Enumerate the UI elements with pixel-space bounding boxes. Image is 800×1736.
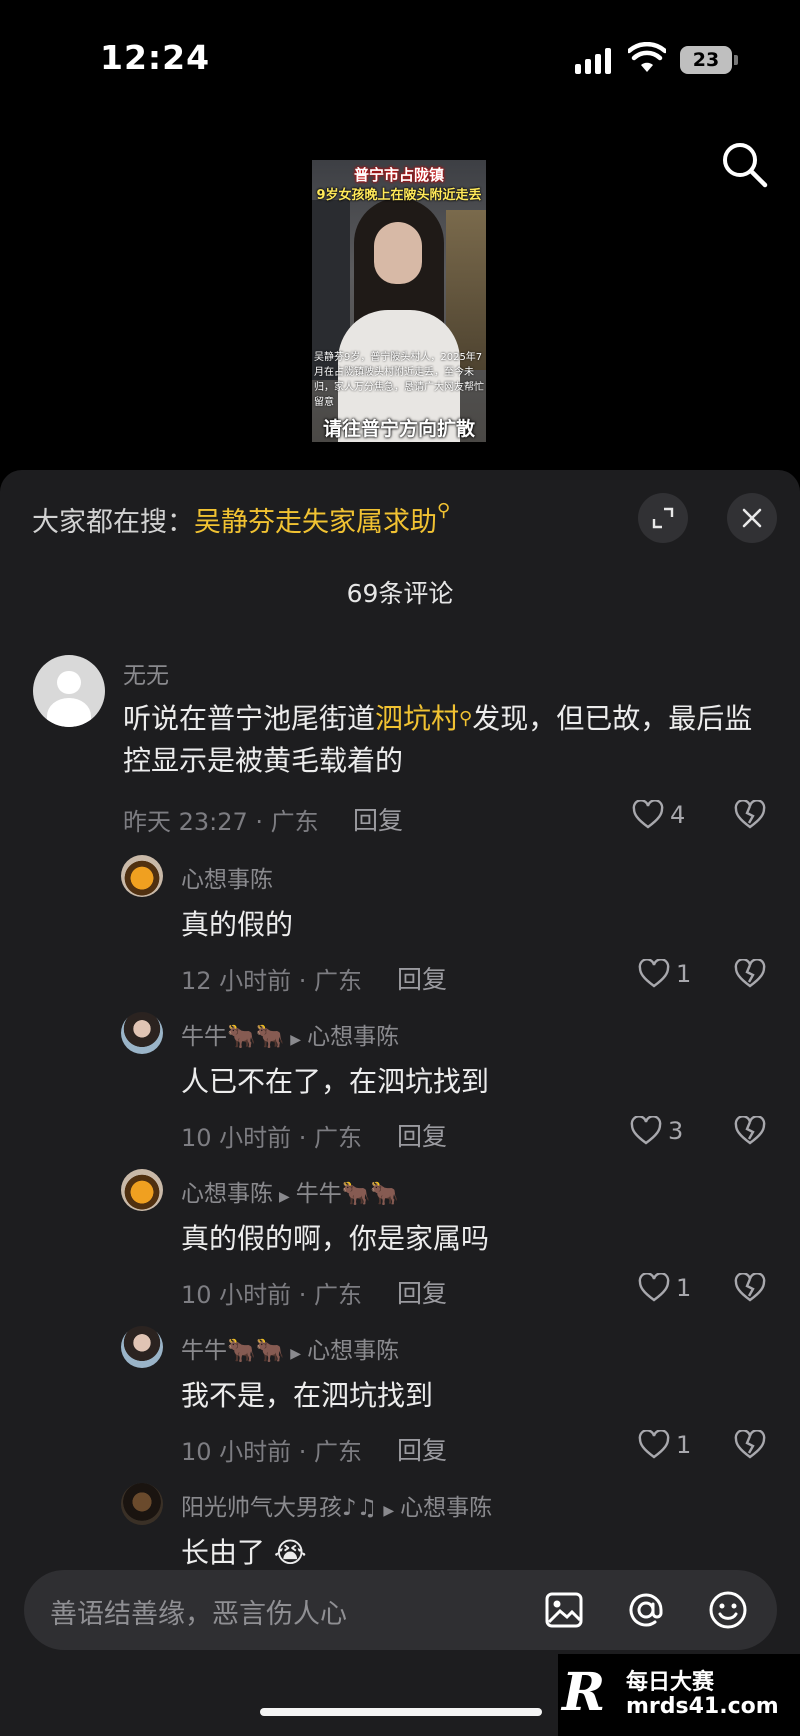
close-icon — [742, 508, 762, 528]
comment-meta: 昨天 23:27 · 广东 — [123, 808, 319, 836]
comment-meta: 10 小时前 · 广东 — [181, 1438, 363, 1466]
status-time: 12:24 — [100, 38, 211, 77]
reply-to-username: 心想事陈 — [400, 1495, 493, 1521]
reply-button[interactable]: 回复 — [353, 801, 403, 837]
like-button[interactable]: 1 — [638, 959, 691, 989]
broken-heart-icon[interactable] — [734, 959, 766, 989]
comment-username[interactable]: 阳光帅气大男孩♪♫ ▶ 心想事陈 — [181, 1488, 492, 1522]
comment-username[interactable]: 牛牛🐂🐂 ▶ 心想事陈 — [181, 1017, 399, 1051]
comment-username[interactable]: 无无 — [123, 656, 169, 690]
close-button[interactable] — [727, 493, 777, 543]
watermark-name: 每日大赛 — [626, 1670, 715, 1695]
watermark-logo: R — [562, 1662, 606, 1723]
video-person-face — [374, 222, 422, 284]
username: 牛牛🐂🐂 — [181, 1338, 285, 1364]
video-title-line2: 9岁女孩晚上在陂头附近走丢 — [316, 188, 482, 203]
heart-icon — [638, 959, 670, 988]
comment-text: 长由了 😭 — [181, 1536, 307, 1569]
watermark-url: mrds41.com — [626, 1694, 779, 1719]
image-icon[interactable] — [542, 1588, 586, 1632]
emoji-icon[interactable] — [706, 1588, 750, 1632]
watermark: R 每日大赛 mrds41.com — [558, 1654, 800, 1736]
avatar[interactable] — [121, 1483, 163, 1525]
comment-username[interactable]: 牛牛🐂🐂 ▶ 心想事陈 — [181, 1331, 399, 1365]
reply-button[interactable]: 回复 — [397, 1117, 447, 1153]
comment-text: 真的假的啊，你是家属吗 — [181, 1222, 490, 1255]
broken-heart-icon[interactable] — [734, 800, 766, 830]
avatar[interactable] — [121, 1326, 163, 1368]
reply-arrow-icon: ▶ — [290, 1032, 302, 1048]
battery-tip — [734, 55, 738, 65]
comment-input-placeholder[interactable]: 善语结善缘，恶言伤人心 — [50, 1592, 347, 1631]
heart-icon — [632, 800, 664, 829]
comment-text: 我不是，在泗坑找到 — [181, 1379, 434, 1412]
like-button[interactable]: 3 — [630, 1116, 683, 1146]
like-count: 1 — [676, 1431, 692, 1459]
reply-to-username: 心想事陈 — [307, 1024, 400, 1050]
trending-keyword[interactable]: 吴静芬走失家属求助 — [194, 507, 437, 538]
at-icon[interactable] — [624, 1588, 668, 1632]
search-icon[interactable] — [718, 138, 772, 192]
search-icon: ⚲ — [459, 708, 473, 729]
heart-icon — [638, 1273, 670, 1302]
trending-search[interactable]: 大家都在搜：吴静芬走失家属求助⚲ — [32, 500, 450, 539]
avatar[interactable] — [33, 655, 105, 727]
reply-button[interactable]: 回复 — [397, 1274, 447, 1310]
reply-arrow-icon: ▶ — [383, 1503, 395, 1519]
heart-icon — [638, 1430, 670, 1459]
avatar[interactable] — [121, 1169, 163, 1211]
like-button[interactable]: 1 — [638, 1430, 691, 1460]
trending-prefix: 大家都在搜： — [32, 507, 194, 538]
username: 阳光帅气大男孩♪♫ — [181, 1495, 378, 1521]
search-icon: ⚲ — [437, 500, 451, 521]
comment-username[interactable]: 心想事陈 ▶ 牛牛🐂🐂 — [181, 1174, 399, 1208]
video-thumbnail[interactable]: 普宁市占陇镇 9岁女孩晚上在陂头附近走丢 吴静芬9岁，普宁陂头村人，2025年7… — [312, 160, 486, 442]
like-count: 1 — [676, 1274, 692, 1302]
expand-icon — [652, 507, 674, 529]
reply-arrow-icon: ▶ — [290, 1346, 302, 1362]
username: 牛牛🐂🐂 — [181, 1024, 285, 1050]
battery-icon: 23 — [680, 46, 732, 74]
like-count: 4 — [670, 801, 686, 829]
broken-heart-icon[interactable] — [734, 1273, 766, 1303]
username: 心想事陈 — [181, 1181, 273, 1207]
like-button[interactable]: 4 — [632, 800, 685, 830]
comment-input-bar[interactable]: 善语结善缘，恶言伤人心 — [24, 1570, 777, 1650]
signal-icon — [575, 48, 611, 74]
home-indicator[interactable] — [260, 1708, 542, 1716]
reply-to-username: 牛牛🐂🐂 — [295, 1181, 400, 1207]
comment-meta: 12 小时前 · 广东 — [181, 967, 363, 995]
comment-meta: 10 小时前 · 广东 — [181, 1281, 363, 1309]
comment-text: 真的假的 — [181, 908, 294, 941]
comment-text-part: 听说在普宁池尾街道 — [123, 702, 376, 735]
like-count: 1 — [676, 960, 692, 988]
like-count: 3 — [668, 1117, 684, 1145]
comment-count: 69条评论 — [346, 579, 454, 608]
reply-arrow-icon: ▶ — [279, 1189, 290, 1205]
comment-link[interactable]: 泗坑村 — [375, 702, 459, 735]
heart-icon — [630, 1116, 662, 1145]
video-body-text: 吴静芬9岁，普宁陂头村人，2025年7月在占陇镇陂头村附近走丢，至今未归，家人万… — [314, 352, 484, 408]
reply-button[interactable]: 回复 — [397, 1431, 447, 1467]
status-bar: 12:24 23 — [0, 0, 800, 120]
reply-to-username: 心想事陈 — [307, 1338, 400, 1364]
comment-text: 听说在普宁池尾街道泗坑村⚲发现，但已故，最后监控显示是被黄毛载着的 — [123, 698, 768, 782]
like-button[interactable]: 1 — [638, 1273, 691, 1303]
expand-button[interactable] — [638, 493, 688, 543]
comment-username[interactable]: 心想事陈 — [181, 860, 273, 894]
broken-heart-icon[interactable] — [734, 1430, 766, 1460]
video-title-line1: 普宁市占陇镇 — [353, 166, 444, 184]
avatar[interactable] — [121, 855, 163, 897]
reply-button[interactable]: 回复 — [397, 960, 447, 996]
wifi-icon — [628, 42, 666, 72]
comments-panel: 大家都在搜：吴静芬走失家属求助⚲ 69条评论 无无 听说在普宁池尾街道泗坑村⚲发… — [0, 470, 800, 1736]
comment-text: 人已不在了，在泗坑找到 — [181, 1065, 490, 1098]
video-bottom-text: 请往普宁方向扩散 — [322, 418, 475, 440]
avatar[interactable] — [121, 1012, 163, 1054]
broken-heart-icon[interactable] — [734, 1116, 766, 1146]
comment-meta: 10 小时前 · 广东 — [181, 1124, 363, 1152]
